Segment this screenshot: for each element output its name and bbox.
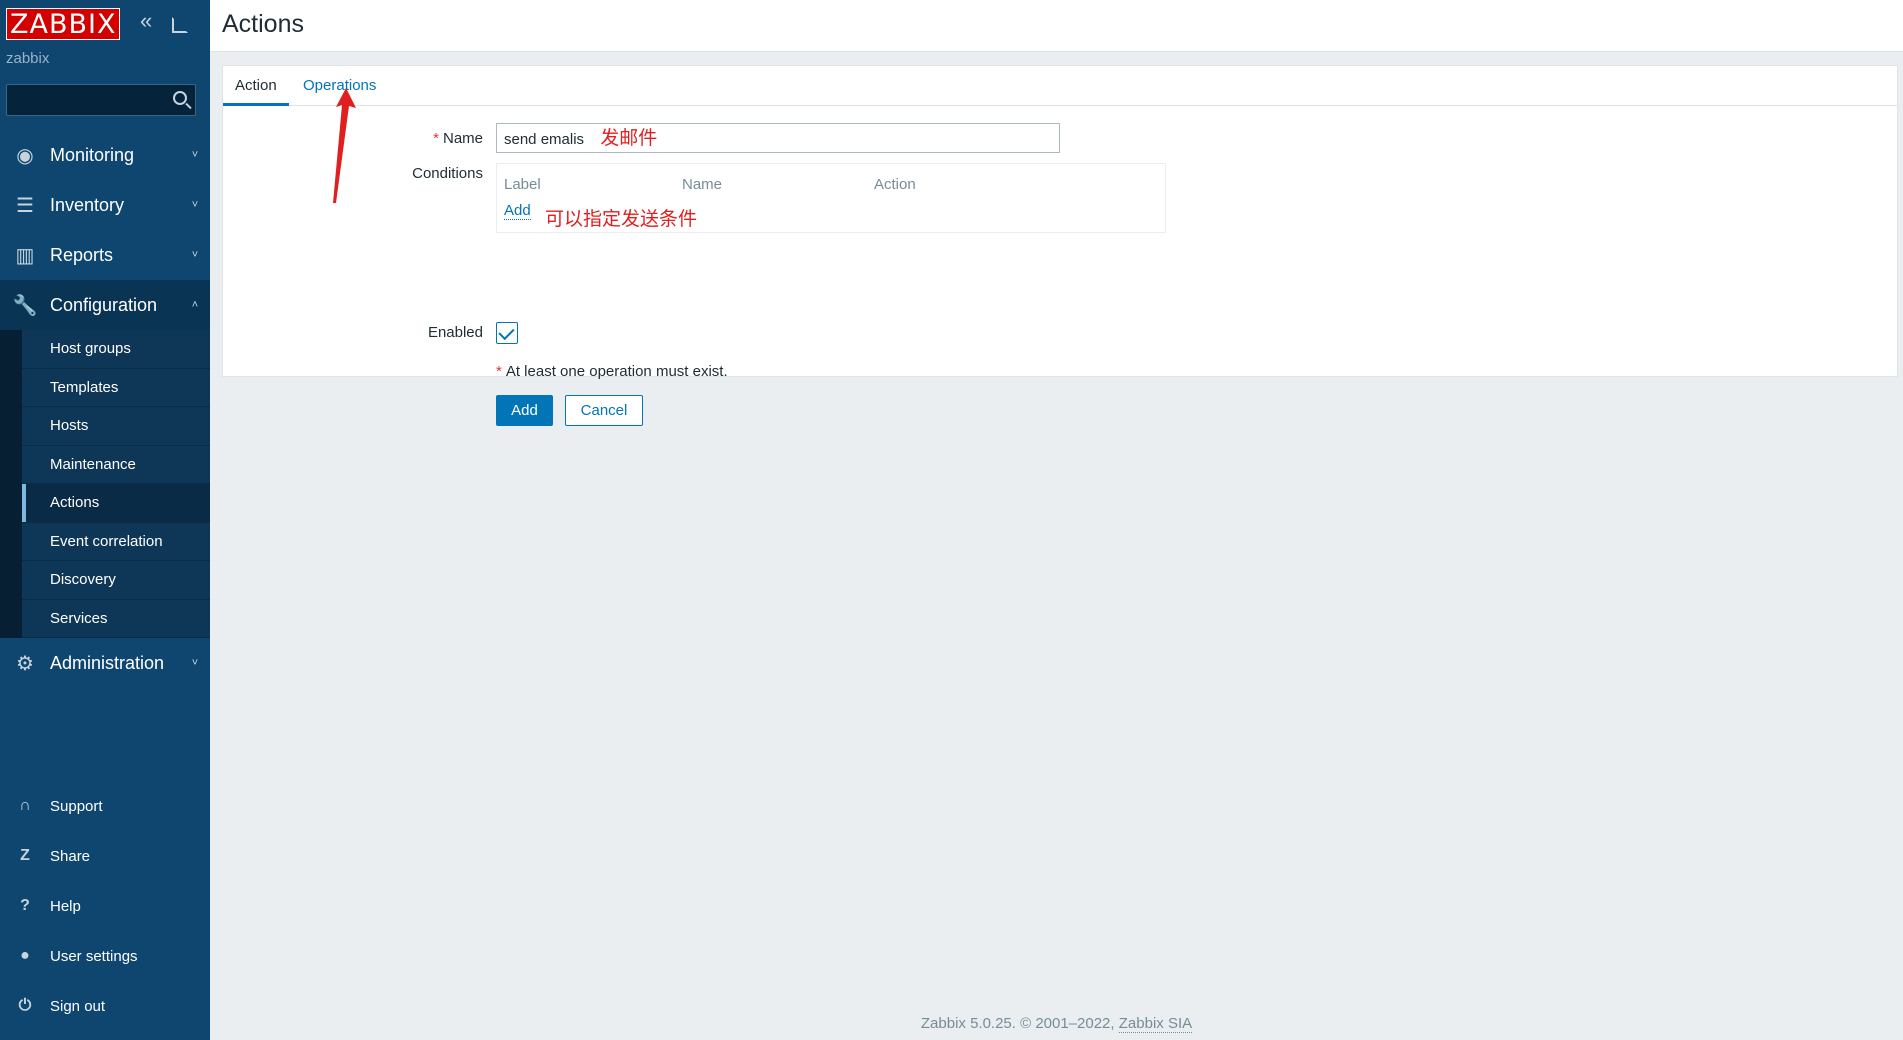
menu-support[interactable]: ∩ Support: [0, 781, 210, 831]
cancel-button[interactable]: Cancel: [565, 395, 643, 426]
headset-icon: ∩: [19, 797, 31, 814]
footer-text: Zabbix 5.0.25. © 2001–2022,: [920, 1015, 1119, 1032]
menu-label: Inventory: [50, 194, 125, 215]
submenu-discovery[interactable]: Discovery: [22, 561, 210, 600]
name-label-text: Name: [442, 130, 483, 147]
submenu-hosts[interactable]: Hosts: [22, 407, 210, 446]
configuration-submenu: Host groups Templates Hosts Maintenance …: [0, 330, 210, 638]
submenu-host-groups[interactable]: Host groups: [22, 330, 210, 369]
gear-icon: ⚙: [16, 652, 34, 675]
enabled-checkbox[interactable]: [496, 322, 518, 344]
annotation-arrow-icon: [333, 88, 356, 203]
chevron-up-icon: ˄: [191, 299, 199, 311]
conditions-header-name: Name: [682, 176, 723, 193]
submenu-maintenance[interactable]: Maintenance: [22, 445, 210, 484]
share-icon: Z: [20, 847, 30, 864]
page-footer: Zabbix 5.0.25. © 2001–2022, Zabbix SIA: [210, 1015, 1903, 1033]
bottom-label: User settings: [50, 947, 138, 965]
menu-label: Administration: [50, 652, 165, 673]
menu-administration[interactable]: ⚙ Administration ˅: [0, 638, 210, 688]
menu-user-settings[interactable]: ● User settings: [0, 931, 210, 981]
name-input-value: send emalis: [504, 131, 585, 148]
bottom-menu: ∩ Support Z Share ? Help ● User settings…: [0, 781, 210, 1031]
add-button[interactable]: Add: [496, 395, 553, 426]
tabs: Action Operations: [223, 66, 1897, 106]
operation-warning-text: At least one operation must exist.: [505, 363, 728, 380]
required-asterisk: *: [496, 363, 502, 380]
chevron-down-icon: ˅: [191, 149, 199, 161]
required-asterisk: *: [433, 130, 439, 147]
search-input[interactable]: [6, 84, 196, 116]
menu-reports[interactable]: ▥ Reports ˅: [0, 230, 210, 280]
bottom-label: Sign out: [50, 997, 106, 1015]
menu-share[interactable]: Z Share: [0, 831, 210, 881]
menu-label: Reports: [50, 244, 114, 265]
submenu-actions[interactable]: Actions: [22, 484, 210, 523]
chevron-down-icon: ˅: [191, 657, 199, 669]
logo-row: ZABBIX: [6, 8, 121, 40]
name-annotation: 发邮件: [600, 127, 658, 149]
zabbix-logo[interactable]: ZABBIX: [6, 8, 121, 40]
menu-label: Configuration: [50, 294, 158, 315]
list-icon: ☰: [16, 194, 34, 217]
annotation-arrow-shape: [333, 88, 356, 203]
menu-configuration[interactable]: 🔧 Configuration ˄: [0, 280, 210, 330]
sidebar: ZABBIX « zabbix ◉ Monitoring ˅ ☰ Invento…: [0, 0, 210, 1040]
bar-chart-icon: ▥: [15, 244, 35, 267]
conditions-header-action: Action: [874, 176, 916, 193]
menu-inventory[interactable]: ☰ Inventory ˅: [0, 180, 210, 230]
user-icon: ●: [20, 947, 30, 964]
chevron-down-icon: ˅: [191, 249, 199, 261]
kiosk-mode-icon[interactable]: [172, 17, 188, 33]
server-name: zabbix: [6, 50, 50, 67]
search-icon[interactable]: [173, 91, 187, 105]
main-menu: ◉ Monitoring ˅ ☰ Inventory ˅ ▥ Reports ˅…: [0, 130, 210, 688]
conditions-header-label: Label: [504, 176, 541, 193]
eye-icon: ◉: [16, 144, 34, 167]
tab-action[interactable]: Action: [223, 66, 289, 106]
bottom-label: Support: [50, 797, 103, 815]
bottom-label: Help: [50, 897, 81, 915]
bottom-label: Share: [50, 847, 91, 865]
submenu-templates[interactable]: Templates: [22, 368, 210, 407]
operation-warning: * At least one operation must exist.: [496, 363, 728, 380]
chevron-down-icon: ˅: [191, 199, 199, 211]
name-input[interactable]: send emalis 发邮件: [496, 123, 1060, 153]
power-icon: ⏻: [18, 997, 32, 1014]
conditions-add-link[interactable]: Add: [504, 202, 531, 220]
submenu-event-correlation[interactable]: Event correlation: [22, 522, 210, 561]
menu-sign-out[interactable]: ⏻ Sign out: [0, 981, 210, 1031]
menu-help[interactable]: ? Help: [0, 881, 210, 931]
wrench-icon: 🔧: [12, 294, 38, 317]
conditions-annotation: 可以指定发送条件: [545, 208, 698, 230]
menu-label: Monitoring: [50, 144, 135, 165]
footer-link[interactable]: Zabbix SIA: [1118, 1015, 1193, 1033]
page-title: Actions: [222, 10, 304, 38]
help-icon: ?: [20, 897, 30, 914]
conditions-table: Label Name Action Add 可以指定发送条件: [496, 163, 1166, 233]
page-header: Actions: [210, 0, 1903, 52]
submenu-services[interactable]: Services: [22, 599, 210, 638]
enabled-label: Enabled: [427, 324, 483, 341]
collapse-sidebar-icon[interactable]: «: [140, 8, 152, 34]
action-form-panel: Action Operations * Name send emalis 发邮件 …: [222, 65, 1898, 426]
menu-monitoring[interactable]: ◉ Monitoring ˅: [0, 130, 210, 180]
